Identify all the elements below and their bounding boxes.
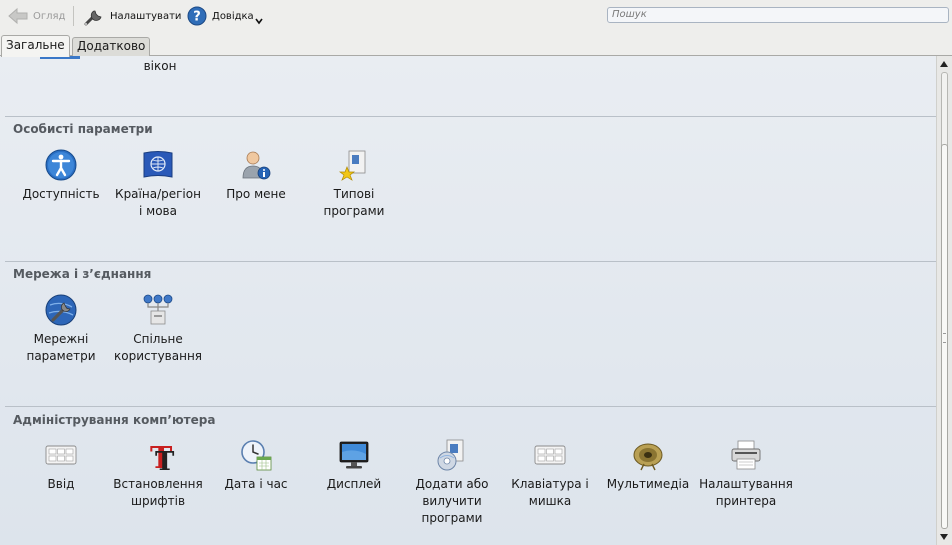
item-label: Дисплей [326,477,382,491]
item-label-line: Встановлення [113,477,203,491]
item-date-time[interactable]: Дата і час [208,438,304,493]
search-input[interactable]: Пошук [607,7,949,23]
back-button[interactable]: Огляд [7,4,65,28]
group-separator [5,261,936,262]
scroll-up-arrow-icon[interactable] [940,61,948,67]
item-accessibility[interactable]: Доступність [13,148,109,203]
configure-button[interactable]: Налаштувати [82,4,181,28]
tab-bar: Загальне Додатково [0,33,952,57]
sharing-icon [143,294,173,325]
partial-item-label: вікон [143,59,177,73]
configure-button-label: Налаштувати [110,10,182,22]
tab-advanced-label: Додатково [77,39,146,53]
item-label-line: програми [421,511,483,525]
help-button[interactable]: ? Довідка [186,4,263,28]
search-placeholder: Пошук [612,9,647,20]
item-label-line: мишка [528,494,572,508]
globe-flag-icon [143,151,173,178]
item-label-line: вилучити [422,494,482,508]
date-time-icon [241,440,272,471]
item-input[interactable]: Ввід [13,438,109,493]
scroll-down-arrow-icon[interactable] [940,534,948,540]
item-label-line: Типові [333,187,375,201]
vertical-scrollbar[interactable] [936,56,952,545]
group-title-personal: Особисті параметри [13,122,153,136]
item-label-line: шрифтів [130,494,186,508]
accessibility-icon [45,149,77,181]
font-install-icon: T T [150,441,175,472]
item-label-line: програми [323,204,385,218]
tab-general-label: Загальне [6,38,65,52]
item-label: Дата і час [224,477,288,491]
back-arrow-icon [8,7,28,25]
group-title-network: Мережа і з’єднання [13,267,152,281]
wrench-icon [84,10,102,26]
printer-icon [731,440,761,470]
item-label-line: і мова [139,204,177,218]
item-label: Мультимедіа [606,477,690,491]
group-separator [5,406,936,407]
item-label: Ввід [47,477,75,491]
item-label-line: параметри [26,349,96,363]
item-label-line: Країна/регіон [115,187,201,201]
toolbar-separator [73,6,74,26]
tab-general[interactable]: Загальне [1,35,70,57]
network-settings-icon [45,294,77,326]
group-separator [5,116,936,117]
scroll-thumb[interactable] [941,144,948,529]
item-display[interactable]: Дисплей [306,438,402,493]
item-keyboard-mouse[interactable]: Клавіатура і мишка [502,438,598,510]
item-font-install[interactable]: T T Встановлення шрифтів [110,438,206,510]
svg-text:?: ? [193,10,201,25]
item-about-me[interactable]: Про мене [208,148,304,203]
input-keyboard-icon [45,445,77,465]
item-label-line: Налаштування [699,477,793,491]
item-label: Доступність [22,187,100,201]
display-icon [339,441,369,469]
item-label: Про мене [226,187,286,201]
keyboard-mouse-icon [534,445,566,465]
partial-item[interactable]: вікон [112,59,208,73]
add-remove-programs-icon [437,439,464,471]
item-printer[interactable]: Налаштування принтера [698,438,794,510]
help-button-label: Довідка [212,10,254,22]
item-label-line: користування [113,349,203,363]
item-label-line: Мережні [33,332,89,346]
item-default-apps[interactable]: Типові програми [306,148,402,220]
settings-panel: вікон Особисті параметри Доступність Кра… [0,56,936,545]
user-info-icon [242,151,271,180]
item-label-line: Спільне [133,332,183,346]
item-network-settings[interactable]: Мережні параметри [13,293,109,365]
group-title-administration: Адміністрування комп’ютера [13,413,216,427]
svg-text:T: T [155,447,175,472]
item-label-line: Додати або [415,477,489,491]
toolbar: Огляд Налаштувати ? Довідка Пошук [0,0,952,33]
item-country-language[interactable]: Країна/регіон і мова [110,148,206,220]
tab-advanced[interactable]: Додатково [72,37,151,56]
scroll-grip-icon [943,333,946,343]
item-add-remove-programs[interactable]: Додати або вилучити програми [404,438,500,527]
item-multimedia[interactable]: Мультимедіа [600,438,696,493]
back-button-label: Огляд [33,10,66,22]
chevron-down-icon [255,18,263,25]
help-icon: ? [187,6,207,26]
multimedia-icon [633,443,663,471]
item-sharing[interactable]: Спільне користування [110,293,206,365]
item-label-line: Клавіатура і [511,477,589,491]
item-label-line: принтера [715,494,777,508]
default-apps-icon [338,150,366,181]
